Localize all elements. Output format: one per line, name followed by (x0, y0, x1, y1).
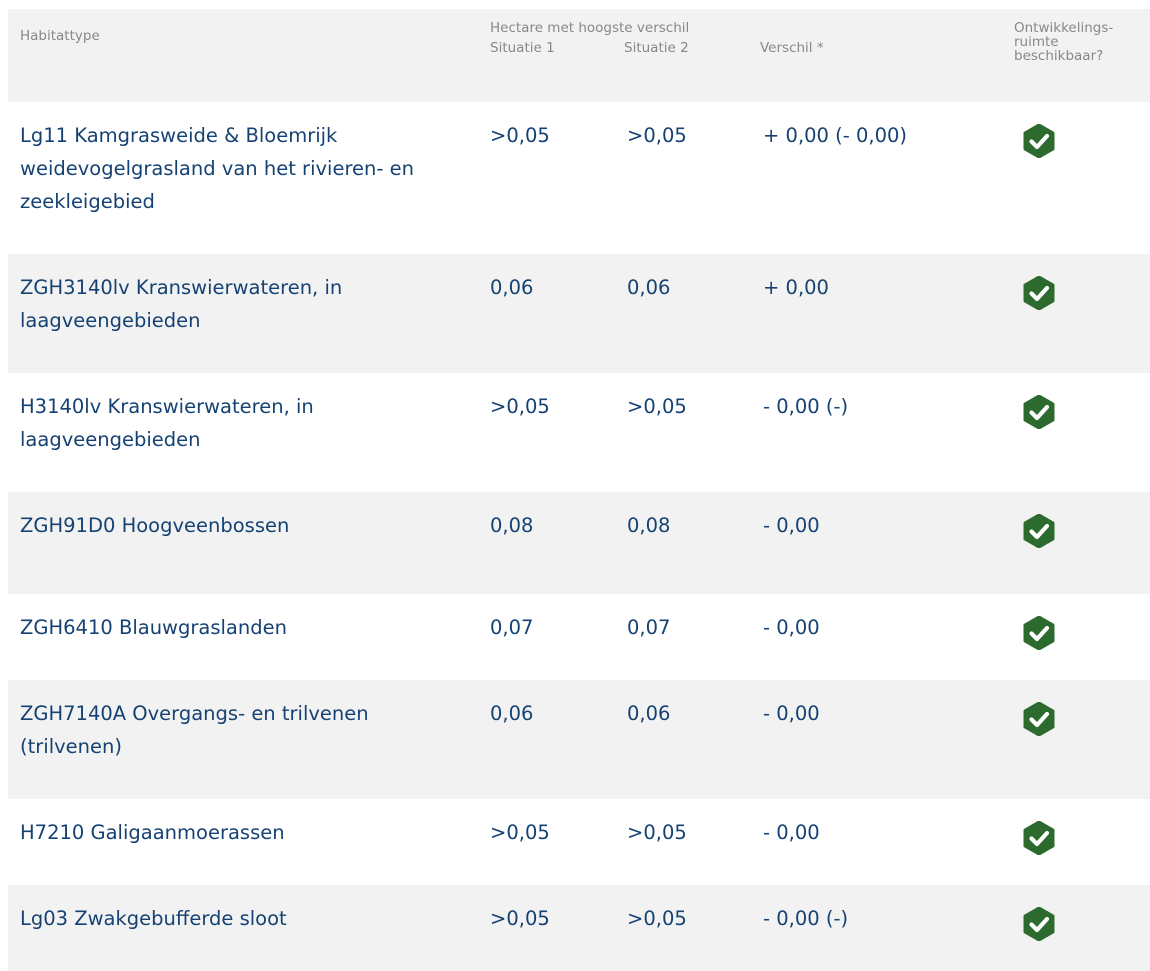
habitat-name: H3140lv Kranswierwateren, in laagveengeb… (20, 395, 314, 451)
check-circle-icon (1022, 821, 1056, 855)
check-circle-icon (1022, 395, 1056, 429)
verschil-value: - 0,00 (-) (763, 907, 849, 930)
check-circle-icon (1022, 616, 1056, 650)
header-ontwikkelingsruimte: Ontwikkelings- ruimte beschikbaar? (1014, 20, 1114, 64)
verschil-value: - 0,00 (763, 821, 820, 844)
situatie-1-value: 0,06 (490, 702, 534, 725)
header-habitattype: Habitattype (20, 28, 100, 44)
situatie-1-value: >0,05 (490, 821, 550, 844)
table-row: ZGH91D0 Hoogveenbossen 0,08 0,08 - 0,00 (8, 492, 1150, 594)
check-circle-icon (1022, 702, 1056, 736)
habitat-name: ZGH91D0 Hoogveenbossen (20, 514, 290, 537)
habitat-name: ZGH6410 Blauwgraslanden (20, 616, 287, 639)
situatie-1-value: 0,07 (490, 616, 534, 639)
situatie-2-value: 0,06 (627, 702, 671, 725)
situatie-2-value: 0,07 (627, 616, 671, 639)
header-situatie-1: Situatie 1 (490, 40, 555, 56)
table-row: Lg03 Zwakgebufferde sloot >0,05 >0,05 - … (8, 885, 1150, 971)
header-verschil: Verschil * (760, 40, 824, 56)
situatie-2-value: >0,05 (627, 907, 687, 930)
table-row: ZGH3140lv Kranswierwateren, in laagveeng… (8, 254, 1150, 373)
situatie-2-value: >0,05 (627, 124, 687, 147)
verschil-value: - 0,00 (763, 616, 820, 639)
situatie-1-value: >0,05 (490, 124, 550, 147)
table-row: Lg11 Kamgrasweide & Bloemrijk weidevogel… (8, 102, 1150, 254)
header-situatie-2: Situatie 2 (624, 40, 689, 56)
habitat-name: Lg03 Zwakgebufferde sloot (20, 907, 287, 930)
check-circle-icon (1022, 514, 1056, 548)
verschil-value: + 0,00 (763, 276, 829, 299)
situatie-1-value: >0,05 (490, 395, 550, 418)
habitat-name: Lg11 Kamgrasweide & Bloemrijk weidevogel… (20, 124, 414, 213)
verschil-value: - 0,00 (-) (763, 395, 849, 418)
table-header: Habitattype Hectare met hoogste verschil… (8, 9, 1150, 102)
check-circle-icon (1022, 907, 1056, 941)
situatie-2-value: 0,08 (627, 514, 671, 537)
check-circle-icon (1022, 124, 1056, 158)
habitat-name: ZGH3140lv Kranswierwateren, in laagveeng… (20, 276, 343, 332)
table-row: ZGH7140A Overgangs- en trilvenen (trilve… (8, 680, 1150, 799)
situatie-2-value: 0,06 (627, 276, 671, 299)
verschil-value: - 0,00 (763, 514, 820, 537)
situatie-1-value: >0,05 (490, 907, 550, 930)
situatie-1-value: 0,06 (490, 276, 534, 299)
table-row: H7210 Galigaanmoerassen >0,05 >0,05 - 0,… (8, 799, 1150, 885)
verschil-value: - 0,00 (763, 702, 820, 725)
header-hectare: Hectare met hoogste verschil (490, 20, 690, 36)
situatie-2-value: >0,05 (627, 395, 687, 418)
verschil-value: + 0,00 (- 0,00) (763, 124, 908, 147)
habitat-name: H7210 Galigaanmoerassen (20, 821, 285, 844)
table-row: ZGH6410 Blauwgraslanden 0,07 0,07 - 0,00 (8, 594, 1150, 680)
situatie-1-value: 0,08 (490, 514, 534, 537)
situatie-2-value: >0,05 (627, 821, 687, 844)
check-circle-icon (1022, 276, 1056, 310)
table-row: H3140lv Kranswierwateren, in laagveengeb… (8, 373, 1150, 492)
habitat-name: ZGH7140A Overgangs- en trilvenen (trilve… (20, 702, 369, 758)
habitat-table: Habitattype Hectare met hoogste verschil… (8, 9, 1150, 971)
